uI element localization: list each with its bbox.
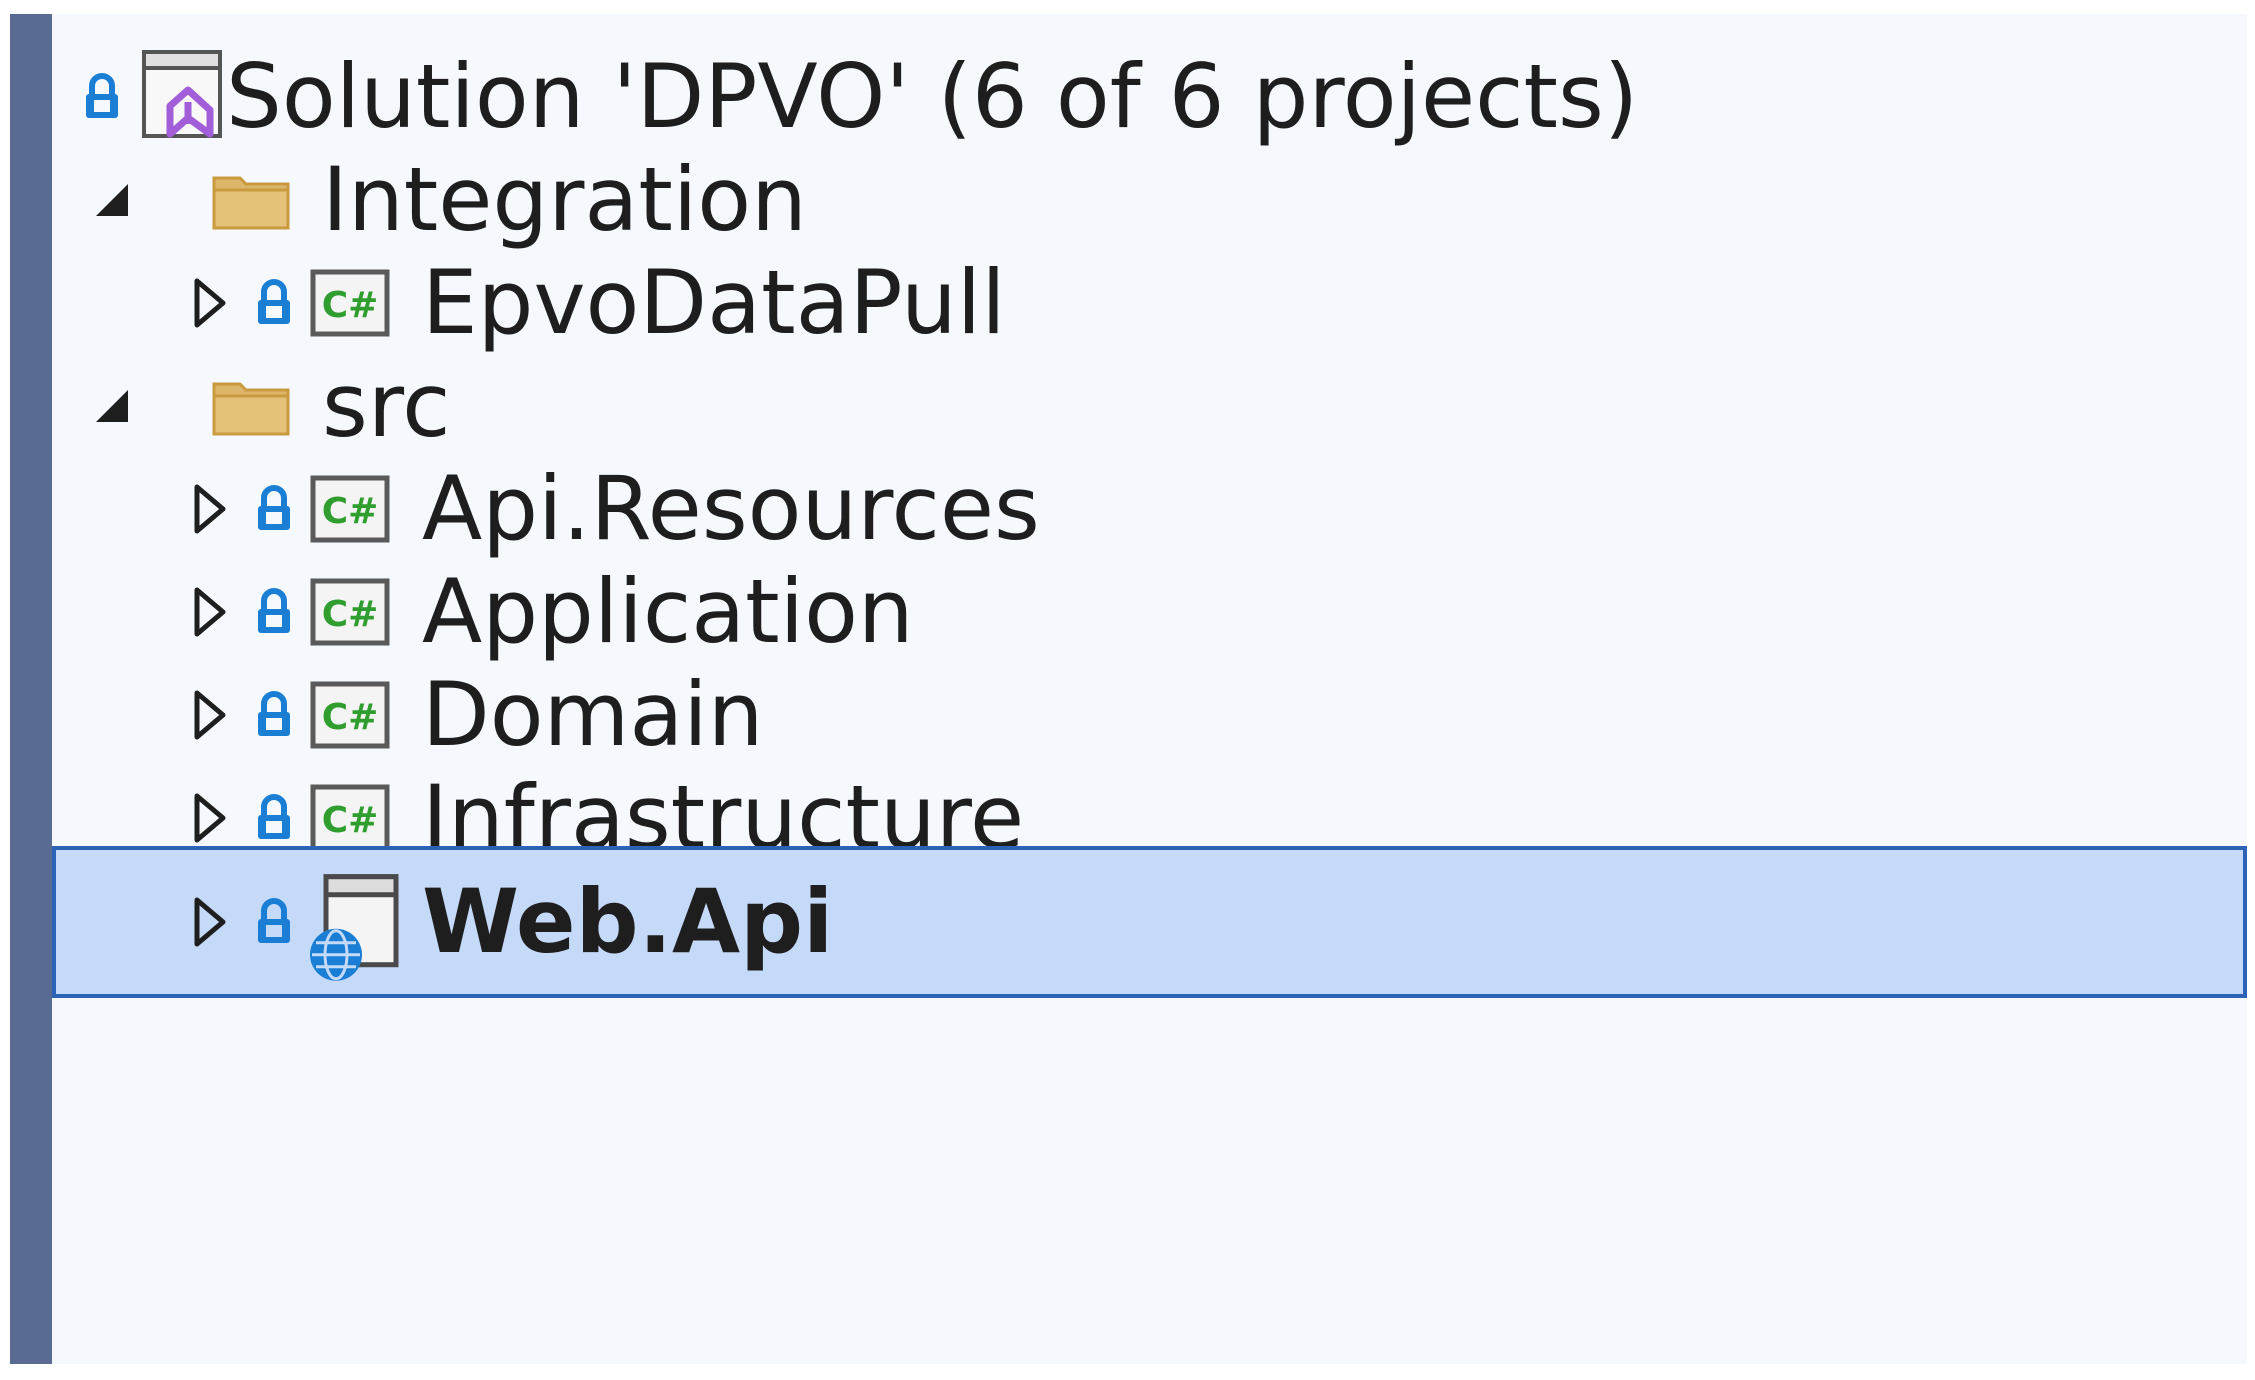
folder-icon	[212, 176, 290, 230]
tree-row-web-api[interactable]: Web.Api	[52, 846, 2247, 998]
collapse-arrow-icon[interactable]	[92, 386, 132, 426]
svg-text:C#: C#	[322, 697, 379, 738]
lock-icon	[258, 794, 290, 839]
csharp-project-icon: C#	[310, 681, 390, 749]
lock-icon	[258, 485, 290, 530]
expand-arrow-icon[interactable]	[192, 482, 228, 536]
svg-text:C#: C#	[322, 800, 379, 841]
svg-text:C#: C#	[322, 285, 379, 326]
svg-text:C#: C#	[322, 491, 379, 532]
expand-arrow-icon[interactable]	[192, 791, 228, 845]
lock-icon	[258, 588, 290, 633]
expand-arrow-icon[interactable]	[192, 895, 228, 949]
folder-icon	[212, 382, 290, 436]
csharp-project-icon: C#	[310, 784, 390, 852]
expand-arrow-icon[interactable]	[192, 585, 228, 639]
csharp-project-icon: C#	[310, 475, 390, 543]
csharp-project-icon: C#	[310, 269, 390, 337]
solution-tree[interactable]: Solution 'DPVO' (6 of 6 projects) Integr…	[52, 14, 2247, 1364]
lock-icon	[258, 279, 290, 324]
collapse-arrow-icon[interactable]	[92, 180, 132, 220]
tool-window-edge	[10, 14, 52, 1364]
lock-icon	[86, 73, 118, 118]
lock-icon	[258, 691, 290, 736]
svg-text:C#: C#	[322, 594, 379, 635]
project-label: Web.Api	[422, 870, 834, 973]
web-project-icon	[310, 874, 399, 981]
lock-icon	[258, 898, 290, 943]
expand-arrow-icon[interactable]	[192, 688, 228, 742]
csharp-project-icon: C#	[310, 578, 390, 646]
solution-explorer: Solution 'DPVO' (6 of 6 projects) Integr…	[0, 0, 2255, 1380]
expand-arrow-icon[interactable]	[192, 276, 228, 330]
